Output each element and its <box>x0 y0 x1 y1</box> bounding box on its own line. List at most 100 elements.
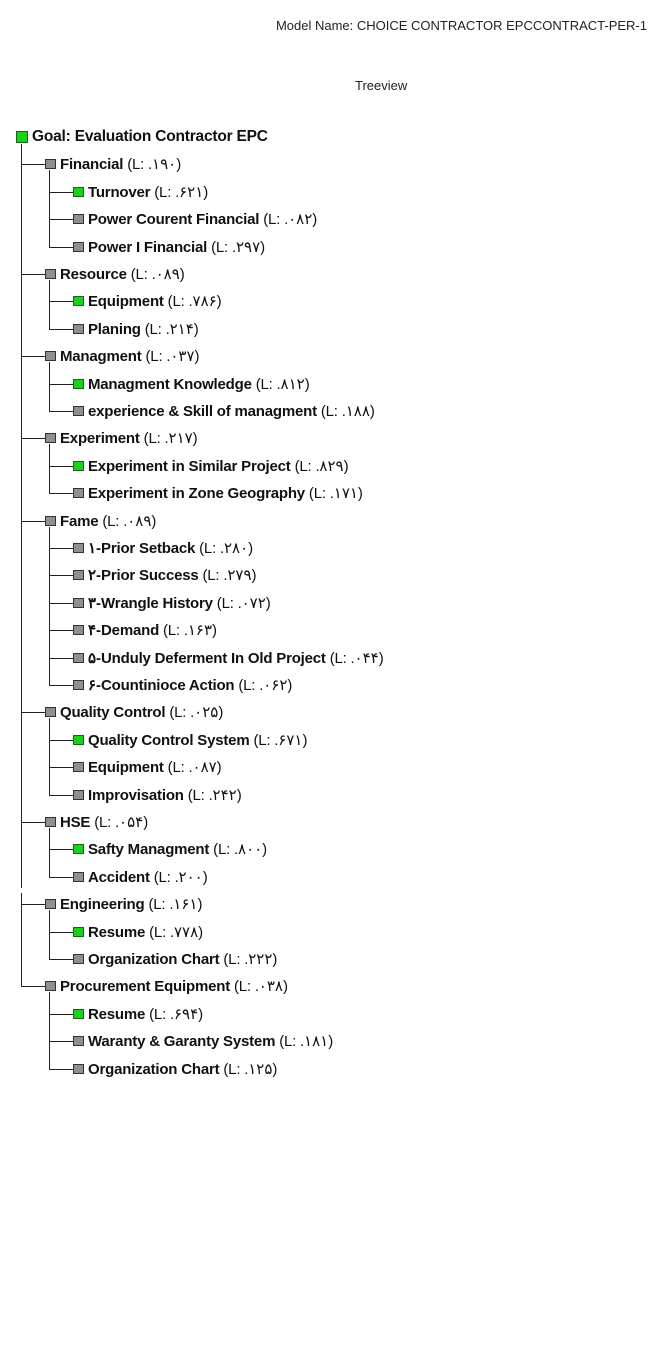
node-label: Experiment (L: .۲۱۷) <box>60 429 198 447</box>
node-label: Waranty & Garanty System (L: .۱۸۱) <box>88 1032 333 1050</box>
criterion-node[interactable]: Financial (L: .۱۹۰) <box>45 153 181 175</box>
node-name: Managment <box>60 348 142 366</box>
node-weight: (L: .۲۱۴) <box>144 320 199 338</box>
node-label: Experiment in Similar Project (L: .۸۲۹) <box>88 457 349 475</box>
node-label: Equipment (L: .۷۸۶) <box>88 292 222 311</box>
connector-line <box>49 526 50 685</box>
sub-criterion-node[interactable]: Turnover (L: .۶۲۱) <box>73 181 208 203</box>
node-label: Accident (L: .۲۰۰) <box>88 868 208 886</box>
connector-line <box>49 191 73 193</box>
node-name: Experiment in Zone Geography <box>88 485 305 503</box>
sub-criterion-node[interactable]: Managment Knowledge (L: .۸۱۲) <box>73 373 310 395</box>
sub-criterion-node[interactable]: Organization Chart (L: .۲۲۲) <box>73 948 277 970</box>
connector-line <box>49 630 73 632</box>
node-name: Organization Chart <box>88 1060 220 1078</box>
connector-line <box>21 438 45 440</box>
node-name: Safty Managment <box>88 841 210 859</box>
connector-line <box>49 959 73 960</box>
node-name: Accident <box>88 868 150 886</box>
hierarchy-tree: Goal: Evaluation Contractor EPC Financial… <box>0 0 649 1346</box>
green-square-icon <box>16 131 28 143</box>
node-label: Safty Managment (L: .۸۰۰) <box>88 840 267 858</box>
gray-square-icon <box>73 570 84 581</box>
node-weight: (L: .۸۱۲) <box>255 375 310 393</box>
sub-criterion-node[interactable]: Resume (L: .۶۹۴) <box>73 1003 203 1025</box>
gray-square-icon <box>73 789 84 800</box>
criterion-node[interactable]: HSE (L: .۰۵۴) <box>45 811 148 833</box>
sub-criterion-node[interactable]: ۲-Prior Success (L: .۲۷۹) <box>73 564 256 586</box>
node-weight: (L: .۶۹۴) <box>149 1005 203 1023</box>
gray-square-icon <box>45 351 56 362</box>
green-square-icon <box>73 1008 84 1019</box>
sub-criterion-node[interactable]: Accident (L: .۲۰۰) <box>73 866 208 888</box>
node-name: Equipment <box>88 293 164 311</box>
sub-criterion-node[interactable]: Safty Managment (L: .۸۰۰) <box>73 838 267 860</box>
trunk-line <box>21 893 22 987</box>
sub-criterion-node[interactable]: Organization Chart (L: .۱۲۵) <box>73 1058 277 1080</box>
connector-line <box>49 767 73 769</box>
sub-criterion-node[interactable]: Quality Control System (L: .۶۷۱) <box>73 729 307 751</box>
connector-line <box>49 301 73 303</box>
green-square-icon <box>73 378 84 389</box>
sub-criterion-node[interactable]: Power Courent Financial (L: .۰۸۲) <box>73 208 317 230</box>
criterion-node[interactable]: Managment (L: .۰۳۷) <box>45 345 200 367</box>
gray-square-icon <box>45 899 56 910</box>
connector-line <box>21 986 45 988</box>
node-label: Power Courent Financial (L: .۰۸۲) <box>88 210 317 228</box>
criterion-node[interactable]: Experiment (L: .۲۱۷) <box>45 427 198 449</box>
green-square-icon <box>73 186 84 197</box>
node-name: ۲-Prior Success <box>88 567 199 585</box>
sub-criterion-node[interactable]: Power I Financial (L: .۲۹۷) <box>73 236 265 258</box>
node-name: Experiment in Similar Project <box>88 457 291 475</box>
criterion-node[interactable]: Procurement Equipment (L: .۰۳۸) <box>45 975 288 997</box>
criterion-node[interactable]: Engineering (L: .۱۶۱) <box>45 893 202 915</box>
connector-line <box>21 520 45 522</box>
connector-line <box>21 904 45 906</box>
criterion-node[interactable]: Resource (L: .۰۸۹) <box>45 263 185 285</box>
sub-criterion-node[interactable]: ۳-Wrangle History (L: .۰۷۲) <box>73 592 271 614</box>
sub-criterion-node[interactable]: Improvisation (L: .۲۴۲) <box>73 784 242 806</box>
node-name: HSE <box>60 814 91 831</box>
sub-criterion-node[interactable]: Waranty & Garanty System (L: .۱۸۱) <box>73 1030 333 1052</box>
sub-criterion-node[interactable]: Resume (L: .۷۷۸) <box>73 921 203 943</box>
sub-criterion-node[interactable]: ۴-Demand (L: .۱۶۳) <box>73 619 217 641</box>
node-weight: (L: .۰۷۲) <box>216 594 271 612</box>
gray-square-icon <box>73 214 84 225</box>
sub-criterion-node[interactable]: Equipment (L: .۰۸۷) <box>73 756 222 778</box>
connector-line <box>49 362 50 411</box>
node-weight: (L: .۰۳۷) <box>145 348 200 366</box>
sub-criterion-node[interactable]: Planing (L: .۲۱۴) <box>73 318 199 340</box>
node-name: Improvisation <box>88 786 184 804</box>
sub-criterion-node[interactable]: ۱-Prior Setback (L: .۲۸۰) <box>73 537 253 559</box>
sub-criterion-node[interactable]: Experiment in Zone Geography (L: .۱۷۱) <box>73 482 363 504</box>
connector-line <box>49 1068 73 1070</box>
node-weight: (L: .۱۷۱) <box>308 485 363 503</box>
sub-criterion-node[interactable]: Experiment in Similar Project (L: .۸۲۹) <box>73 455 349 477</box>
node-name: ۶-Countinioce Action <box>88 677 235 694</box>
node-name: Quality Control System <box>88 731 250 749</box>
node-name: Goal: Evaluation Contractor EPC <box>32 128 268 145</box>
connector-line <box>49 876 73 878</box>
criterion-node[interactable]: Quality Control (L: .۰۲۵) <box>45 701 223 723</box>
node-label: ۱-Prior Setback (L: .۲۸۰) <box>88 539 253 557</box>
connector-line <box>49 280 50 329</box>
sub-criterion-node[interactable]: ۶-Countinioce Action (L: .۰۶۲) <box>73 674 292 696</box>
criterion-node[interactable]: Fame (L: .۰۸۹) <box>45 510 156 532</box>
node-label: Resume (L: .۶۹۴) <box>88 1005 203 1023</box>
node-weight: (L: .۰۳۸) <box>233 978 288 996</box>
node-weight: (L: .۰۲۵) <box>169 704 224 722</box>
node-label: HSE (L: .۰۵۴) <box>60 813 148 831</box>
green-square-icon <box>73 734 84 745</box>
sub-criterion-node[interactable]: experience & Skill of managment (L: .۱۸۸… <box>73 400 375 422</box>
sub-criterion-node[interactable]: ۵-Unduly Deferment In Old Project (L: .۰… <box>73 647 384 669</box>
gray-square-icon <box>73 652 84 663</box>
node-label: ۴-Demand (L: .۱۶۳) <box>88 621 217 639</box>
gray-square-icon <box>73 488 84 499</box>
connector-line <box>49 794 73 796</box>
sub-criterion-node[interactable]: Equipment (L: .۷۸۶) <box>73 290 222 312</box>
root-goal-node[interactable]: Goal: Evaluation Contractor EPC <box>16 126 268 148</box>
node-label: ۲-Prior Success (L: .۲۷۹) <box>88 566 256 584</box>
node-label: Managment Knowledge (L: .۸۱۲) <box>88 375 310 393</box>
trunk-line <box>21 144 22 889</box>
connector-line <box>49 246 73 248</box>
